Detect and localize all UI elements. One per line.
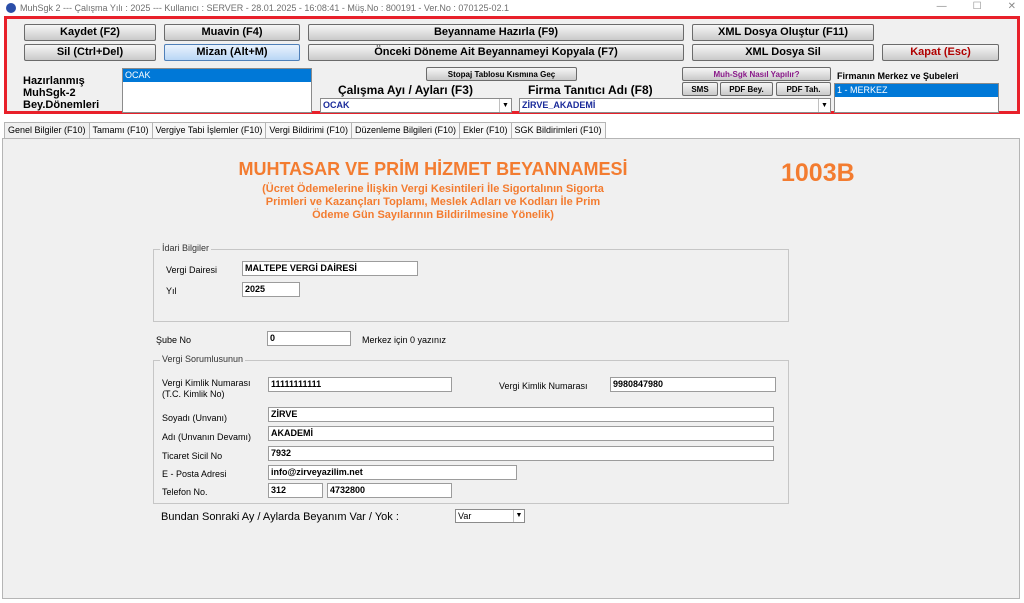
phone-label: Telefon No. [162,487,208,497]
sms-button[interactable]: SMS [682,82,718,96]
tab-editing[interactable]: Düzenleme Bilgileri (F10) [350,122,460,138]
branch-no-field[interactable]: 0 [267,331,351,346]
year-field[interactable]: 2025 [242,282,300,297]
tab-taxable[interactable]: Vergiye Tabi İşlemler (F10) [151,122,267,138]
periods-label-line1: Hazırlanmış [23,75,85,87]
tab-attachments[interactable]: Ekler (F10) [459,122,512,138]
delete-button[interactable]: Sil (Ctrl+Del) [24,44,156,61]
periods-label: Hazırlanmış MuhSgk-2 Bey.Dönemleri [23,75,99,111]
chevron-down-icon: ▼ [818,99,830,112]
surname-field[interactable]: ZİRVE [268,407,774,422]
howto-button[interactable]: Muh-Sgk Nasıl Yapılır? [682,67,831,81]
session-info: --- Kullanıcı : SERVER - 28.01.2025 - 16… [152,3,509,13]
email-field[interactable]: info@zirveyazilim.net [268,465,517,480]
prepare-declaration-button[interactable]: Beyanname Hazırla (F9) [308,24,684,41]
name-field[interactable]: AKADEMİ [268,426,774,441]
chevron-down-icon: ▼ [513,510,524,522]
muavin-button[interactable]: Muavin (F4) [164,24,300,41]
work-month-select[interactable]: OCAK ▼ [320,98,512,113]
app-icon [6,3,16,13]
tckn-label: Vergi Kimlik Numarası (T.C. Kimlik No) [162,378,251,400]
trade-registry-label: Ticaret Sicil No [162,451,223,461]
work-year: --- Çalışma Yılı : 2025 [63,3,151,13]
branch-no-hint: Merkez için 0 yazınız [362,335,447,345]
next-period-label: Bundan Sonraki Ay / Aylarda Beyanım Var … [161,511,399,523]
branches-label: Firmanın Merkez ve Şubeleri [837,71,959,81]
save-button[interactable]: Kaydet (F2) [24,24,156,41]
close-button[interactable]: Kapat (Esc) [882,44,999,61]
delete-xml-button[interactable]: XML Dosya Sil [692,44,874,61]
company-value: ZİRVE_AKADEMİ [522,100,596,110]
vkn-label: Vergi Kimlik Numarası [499,381,588,391]
company-select[interactable]: ZİRVE_AKADEMİ ▼ [519,98,831,113]
tab-sgk[interactable]: SGK Bildirimleri (F10) [510,122,606,138]
copy-previous-button[interactable]: Önceki Döneme Ait Beyannameyi Kopyala (F… [308,44,684,61]
tab-general[interactable]: Genel Bilgiler (F10) [4,122,90,139]
app-name: MuhSgk 2 [20,3,61,13]
periods-label-line3: Bey.Dönemleri [23,99,100,111]
periods-label-line2: MuhSgk-2 [23,87,76,99]
pdf-accrual-button[interactable]: PDF Tah. [776,82,831,96]
branch-no-label: Şube No [156,335,192,345]
trade-registry-field[interactable]: 7932 [268,446,774,461]
phone-number-field[interactable]: 4732800 [327,483,452,498]
tab-tax-report[interactable]: Vergi Bildirimi (F10) [265,122,352,138]
maximize-icon[interactable]: ☐ [973,1,982,12]
stopaj-button[interactable]: Stopaj Tablosu Kısmına Geç [426,67,577,81]
year-label: Yıl [166,286,177,296]
periods-listbox[interactable]: OCAK [122,68,312,113]
company-label: Firma Tanıtıcı Adı (F8) [528,83,653,97]
branch-item[interactable]: 1 - MERKEZ [835,84,998,97]
tckn-label-line1: Vergi Kimlik Numarası [162,378,251,388]
form-title: MUHTASAR VE PRİM HİZMET BEYANNAMESİ [238,159,628,179]
general-info-panel: MUHTASAR VE PRİM HİZMET BEYANNAMESİ (Ücr… [2,138,1020,599]
tab-all[interactable]: Tamamı (F10) [88,122,153,138]
name-label: Adı (Unvanın Devamı) [162,432,252,442]
chevron-down-icon: ▼ [499,99,511,112]
next-period-value: Var [458,511,472,521]
toolbar-panel: Kaydet (F2) Muavin (F4) Beyanname Hazırl… [4,16,1020,114]
close-icon[interactable]: ✕ [1008,1,1016,12]
periods-list-item[interactable]: OCAK [123,69,311,82]
admin-info-title: İdari Bilgiler [160,243,212,253]
admin-info-group: İdari Bilgiler Vergi Dairesi MALTEPE VER… [153,243,789,322]
minimize-icon[interactable]: — [937,1,947,12]
vkn-field[interactable]: 9980847980 [610,377,776,392]
branches-listbox[interactable]: 1 - MERKEZ [834,83,999,113]
tab-strip: Genel Bilgiler (F10) Tamamı (F10) Vergiy… [4,122,606,139]
form-code: 1003B [781,159,855,187]
mizan-button[interactable]: Mizan (Alt+M) [164,44,300,61]
tax-office-label: Vergi Dairesi [166,265,218,275]
next-period-select[interactable]: Var ▼ [455,509,525,523]
email-label: E - Posta Adresi [162,469,227,479]
tckn-label-line2: (T.C. Kimlik No) [162,389,225,399]
window-titlebar: MuhSgk 2 --- Çalışma Yılı : 2025 --- Kul… [0,0,1024,16]
pdf-declaration-button[interactable]: PDF Bey. [720,82,773,96]
create-xml-button[interactable]: XML Dosya Oluştur (F11) [692,24,874,41]
work-month-label: Çalışma Ayı / Ayları (F3) [338,83,473,97]
work-month-value: OCAK [323,100,350,110]
taxpayer-title: Vergi Sorumlusunun [160,354,246,364]
taxpayer-group: Vergi Sorumlusunun Vergi Kimlik Numarası… [153,354,789,504]
form-subtitle: (Ücret Ödemelerine İlişkin Vergi Kesinti… [262,183,604,221]
phone-area-field[interactable]: 312 [268,483,323,498]
tckn-field[interactable]: 11111111111 [268,377,452,392]
surname-label: Soyadı (Unvanı) [162,413,228,423]
tax-office-field[interactable]: MALTEPE VERGİ DAİRESİ [242,261,418,276]
